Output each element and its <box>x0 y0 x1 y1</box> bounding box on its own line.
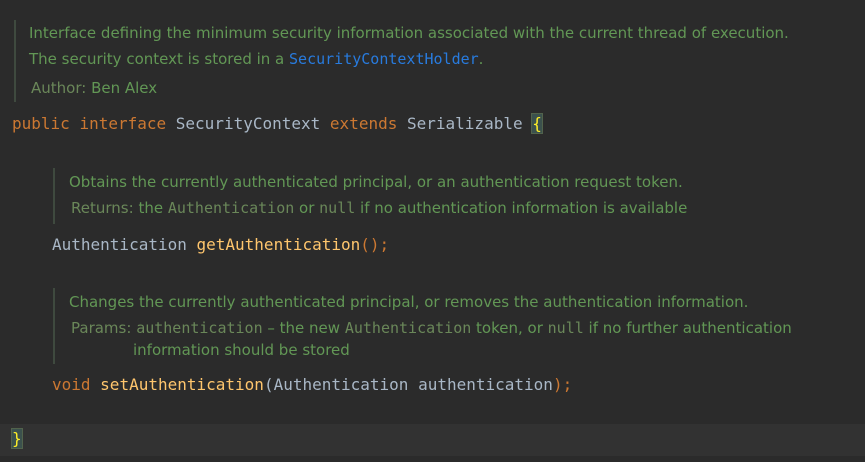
param-post: if no further authentication <box>583 319 792 337</box>
current-line-highlight <box>0 424 865 456</box>
get-method-suffix: (); <box>360 235 390 254</box>
set-param-type[interactable]: Authentication <box>274 375 409 394</box>
set-authentication-method: void setAuthentication(Authentication au… <box>52 375 572 394</box>
set-doc-params: Params: authentication – the new Authent… <box>71 319 792 337</box>
parent-interface-name[interactable]: Serializable <box>407 114 523 133</box>
code-editor[interactable]: Interface defining the minimum security … <box>0 0 865 462</box>
param-dash: – the new <box>262 319 345 337</box>
param-code-null: null <box>547 319 584 337</box>
class-doc-line1: Interface defining the minimum security … <box>29 24 789 42</box>
get-return-type[interactable]: Authentication <box>52 235 187 254</box>
security-context-holder-link[interactable]: SecurityContextHolder <box>289 50 479 68</box>
interface-declaration: public interface SecurityContext extends… <box>12 113 543 134</box>
returns-pre: the <box>138 199 168 217</box>
keyword-public: public <box>12 114 70 133</box>
close-brace: } <box>11 428 23 449</box>
author-label: Author: <box>31 79 87 97</box>
author-name: Ben Alex <box>91 79 158 97</box>
get-doc-bar <box>53 168 55 224</box>
set-return-type: void <box>52 375 91 394</box>
returns-code-null: null <box>319 199 356 217</box>
keyword-extends: extends <box>329 114 398 133</box>
set-method-close: ); <box>552 375 573 394</box>
get-doc-returns: Returns: the Authentication or null if n… <box>71 199 687 217</box>
class-doc-bar <box>14 20 16 102</box>
param-mid: token, or <box>471 319 548 337</box>
class-doc-line2: The security context is stored in a Secu… <box>29 50 483 68</box>
interface-name[interactable]: SecurityContext <box>176 114 321 133</box>
get-method-name[interactable]: getAuthentication <box>197 235 361 254</box>
class-doc-line2-suffix: . <box>478 50 484 68</box>
returns-code-authentication[interactable]: Authentication <box>168 199 294 217</box>
params-label: Params: <box>71 319 132 337</box>
set-doc-bar <box>53 288 55 364</box>
set-doc-summary: Changes the currently authenticated prin… <box>69 293 749 311</box>
get-authentication-method: Authentication getAuthentication(); <box>52 235 389 254</box>
set-doc-params-line2: information should be stored <box>133 341 350 359</box>
returns-label: Returns: <box>71 199 134 217</box>
closing-line: } <box>11 428 23 449</box>
set-open-paren: ( <box>263 375 274 394</box>
get-doc-summary: Obtains the currently authenticated prin… <box>69 173 683 191</box>
set-param-name[interactable]: authentication <box>418 375 553 394</box>
open-brace: { <box>531 113 543 134</box>
param-code-authentication[interactable]: Authentication <box>345 319 471 337</box>
class-doc-author: Author: Ben Alex <box>31 79 157 97</box>
keyword-interface: interface <box>79 114 167 133</box>
returns-mid: or <box>294 199 320 217</box>
set-method-name[interactable]: setAuthentication <box>100 375 264 394</box>
class-doc-line2-prefix: The security context is stored in a <box>29 50 290 68</box>
param-name-authentication: authentication <box>136 319 263 337</box>
returns-post: if no authentication information is avai… <box>355 199 688 217</box>
